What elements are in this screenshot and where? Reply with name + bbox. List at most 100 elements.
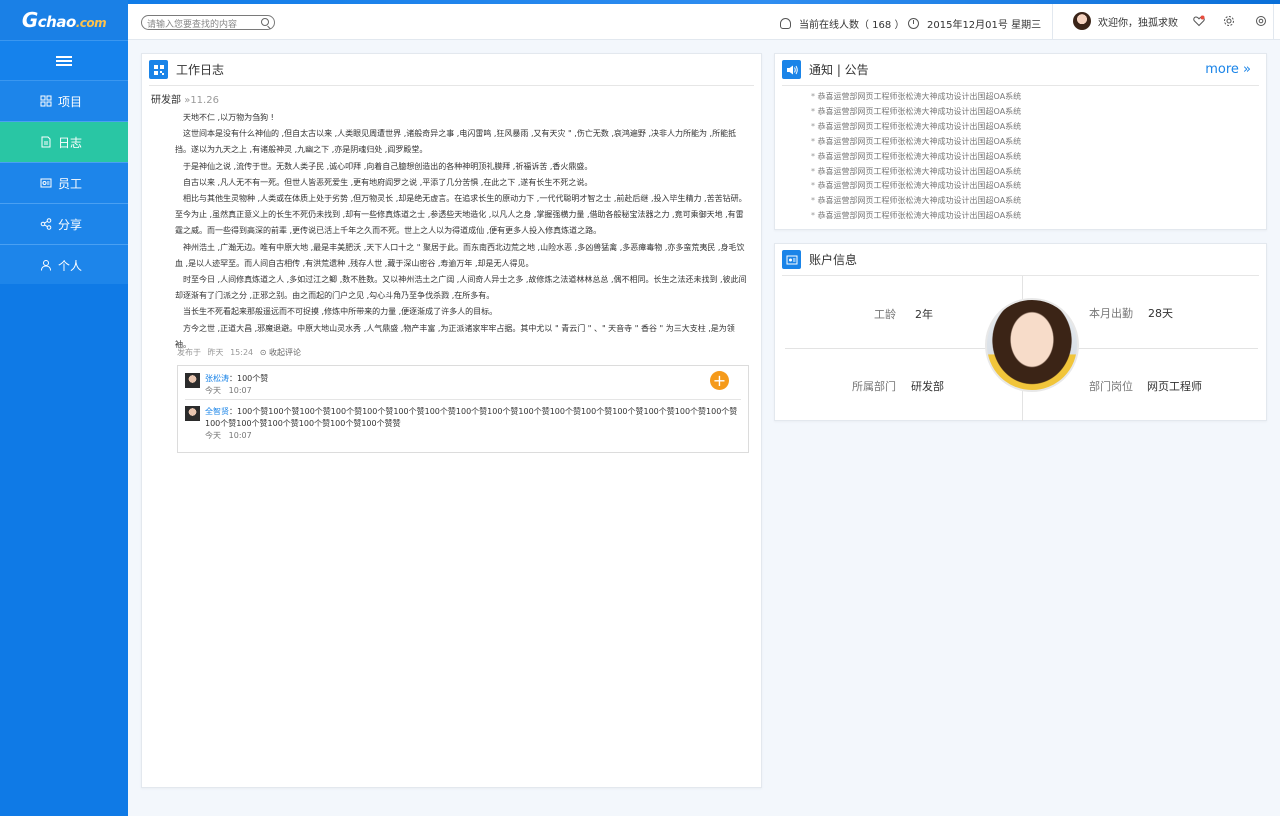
avatar	[1073, 12, 1091, 30]
attendance-label: 本月出勤	[1089, 307, 1133, 320]
article-paragraph: 时至今日 ,人间修真炼道之人 ,多如过江之鲫 ,数不胜数。又以神州浩土之广阔 ,…	[175, 275, 747, 301]
add-comment-button[interactable]: +	[710, 371, 729, 390]
document-icon	[40, 136, 52, 148]
article-paragraph: 神州浩土 ,广瀚无边。唯有中原大地 ,最是丰美肥沃 ,天下人口十之 " 聚居于此…	[175, 242, 745, 268]
sidebar-fill	[0, 284, 128, 816]
seniority-label: 工龄	[874, 308, 896, 321]
qr-code-icon	[149, 60, 168, 79]
grid-icon	[40, 95, 52, 107]
sidebar-item-share[interactable]: 分享	[0, 204, 128, 245]
sidebar-item-logs[interactable]: 日志	[0, 122, 128, 163]
header-divider	[1273, 4, 1274, 40]
gear-icon[interactable]	[1223, 15, 1235, 27]
sidebar-item-label: 分享	[58, 217, 83, 232]
list-item[interactable]: 恭喜运营部网页工程师张松涛大神成功设计出国超OA系统	[811, 120, 1022, 135]
comment-text: 100个赞100个赞100个赞100个赞100个赞100个赞100个赞100个赞…	[205, 407, 738, 428]
list-item[interactable]: 恭喜运营部网页工程师张松涛大神成功设计出国超OA系统	[811, 135, 1022, 150]
comments-box: 张松涛：100个赞 今天 10:07 + 全智贤：100个赞100个赞100个赞…	[177, 365, 749, 453]
dept-label: 所属部门	[852, 380, 896, 393]
menu-toggle-button[interactable]	[0, 41, 128, 81]
article-paragraph: 相比与其他生灵物种 ,人类或在体质上处于劣势 ,但万物灵长 ,却是绝无虚言。在追…	[175, 194, 747, 236]
user-welcome[interactable]: 欢迎你，独孤求败	[1073, 12, 1178, 30]
power-icon[interactable]	[1255, 15, 1267, 27]
comment-author[interactable]: 全智贤	[205, 407, 229, 416]
user-icon	[40, 259, 52, 271]
search-box	[141, 15, 275, 32]
online-count-text: 当前在线人数（ 168 ）	[799, 20, 905, 31]
work-log-panel: 工作日志 研发部 »11.26 天地不仁 ,以万物为刍狗 ! 这世间本是没有什么…	[141, 53, 762, 788]
list-item[interactable]: 恭喜运营部网页工程师张松涛大神成功设计出国超OA系统	[811, 105, 1022, 120]
log-article: 天地不仁 ,以万物为刍狗 ! 这世间本是没有什么神仙的 ,但自太古以来 ,人类眼…	[175, 110, 749, 353]
log-date: 11.26	[190, 95, 219, 106]
work-log-header: 工作日志	[149, 54, 754, 86]
comment-day: 今天	[205, 431, 221, 440]
more-link[interactable]: more »	[1205, 62, 1251, 77]
seniority-value: 2年	[915, 308, 933, 321]
date-text: 2015年12月01号 星期三	[927, 20, 1042, 31]
posted-label: 发布于	[177, 348, 201, 357]
current-date: 2015年12月01号 星期三	[908, 16, 1041, 31]
avatar	[185, 406, 200, 421]
list-item[interactable]: 恭喜运营部网页工程师张松涛大神成功设计出国超OA系统	[811, 209, 1022, 224]
panel-title: 通知 | 公告	[809, 63, 869, 77]
article-paragraph: 天地不仁 ,以万物为刍狗 !	[183, 113, 274, 122]
article-paragraph: 这世间本是没有什么神仙的 ,但自太古以来 ,人类眼见周遭世界 ,诸般奇异之事 ,…	[175, 129, 737, 155]
divider	[185, 399, 741, 400]
posted-day: 昨天	[207, 348, 224, 357]
comment-author[interactable]: 张松涛	[205, 374, 229, 383]
online-count: 当前在线人数（ 168 ）	[780, 16, 904, 31]
top-header: 当前在线人数（ 168 ） 2015年12月01号 星期三 欢迎你，独孤求败	[128, 4, 1280, 40]
account-grid: 工龄 2年 本月出勤 28天 所属部门 研发部 部门岗位 网页工程师	[785, 276, 1258, 421]
clock-icon	[908, 18, 919, 29]
logo[interactable]: Gchao.com	[0, 0, 128, 41]
sidebar-item-label: 项目	[58, 94, 83, 109]
notice-list: 恭喜运营部网页工程师张松涛大神成功设计出国超OA系统 恭喜运营部网页工程师张松涛…	[811, 90, 1022, 224]
log-dept: 研发部	[151, 95, 181, 106]
post-meta: 发布于 昨天 15:24 ⊙ 收起评论	[177, 347, 305, 358]
sidebar-item-label: 日志	[58, 135, 83, 150]
comment-day: 今天	[205, 386, 221, 395]
profile-photo[interactable]	[985, 298, 1079, 392]
log-dept-date: 研发部 »11.26	[151, 91, 219, 106]
article-paragraph: 当长生不死看起来那般遥远而不可捉摸 ,修炼中所带来的力量 ,便逐渐成了许多人的目…	[183, 307, 498, 317]
dept-value: 研发部	[911, 380, 944, 393]
welcome-text: 欢迎你，独孤求败	[1098, 17, 1178, 29]
comment-time: 10:07	[228, 431, 252, 440]
post-label: 部门岗位	[1089, 380, 1133, 393]
article-paragraph: 自古以来 ,凡人无不有一死。但世人皆恶死爱生 ,更有地府阎罗之说 ,平添了几分苦…	[183, 177, 593, 187]
logo-text: Gchao.com	[21, 8, 107, 32]
list-item[interactable]: 恭喜运营部网页工程师张松涛大神成功设计出国超OA系统	[811, 194, 1022, 209]
sidebar-item-staff[interactable]: 员工	[0, 163, 128, 204]
comment-text: 100个赞	[237, 374, 269, 383]
notice-panel: 通知 | 公告 more » 恭喜运营部网页工程师张松涛大神成功设计出国超OA系…	[774, 53, 1267, 230]
sidebar-item-projects[interactable]: 项目	[0, 81, 128, 122]
list-item[interactable]: 恭喜运营部网页工程师张松涛大神成功设计出国超OA系统	[811, 179, 1022, 194]
search-input[interactable]	[142, 18, 252, 32]
collapse-comments-link[interactable]: ⊙ 收起评论	[260, 348, 301, 357]
search-icon[interactable]	[261, 18, 269, 26]
comment-body: 全智贤：100个赞100个赞100个赞100个赞100个赞100个赞100个赞1…	[205, 407, 738, 440]
sidebar-item-label: 员工	[58, 176, 83, 191]
posted-time: 15:24	[230, 348, 254, 357]
article-paragraph: 于是神仙之说 ,流传于世。无数人类子民 ,诚心叩拜 ,向着自己臆想创造出的各种神…	[183, 161, 593, 171]
id-card-icon	[782, 250, 801, 269]
panel-title: 工作日志	[176, 63, 225, 77]
avatar	[185, 373, 200, 388]
panel-title: 账户信息	[809, 253, 858, 267]
notification-heart-icon[interactable]	[1193, 15, 1205, 27]
attendance-value: 28天	[1148, 307, 1173, 320]
account-panel: 账户信息 工龄 2年 本月出勤 28天 所属部门 研发部 部门岗位 网页工程师	[774, 243, 1267, 421]
list-item[interactable]: 恭喜运营部网页工程师张松涛大神成功设计出国超OA系统	[811, 90, 1022, 105]
sidebar-item-label: 个人	[58, 258, 83, 273]
header-divider	[1052, 4, 1053, 40]
hamburger-icon	[56, 55, 72, 66]
share-icon	[40, 218, 52, 230]
account-header: 账户信息	[782, 244, 1259, 276]
post-value: 网页工程师	[1147, 380, 1202, 393]
speaker-icon	[782, 60, 801, 79]
list-item[interactable]: 恭喜运营部网页工程师张松涛大神成功设计出国超OA系统	[811, 150, 1022, 165]
notice-header: 通知 | 公告 more »	[782, 54, 1259, 86]
list-item[interactable]: 恭喜运营部网页工程师张松涛大神成功设计出国超OA系统	[811, 165, 1022, 180]
sidebar-item-personal[interactable]: 个人	[0, 245, 128, 286]
users-icon	[780, 18, 791, 29]
